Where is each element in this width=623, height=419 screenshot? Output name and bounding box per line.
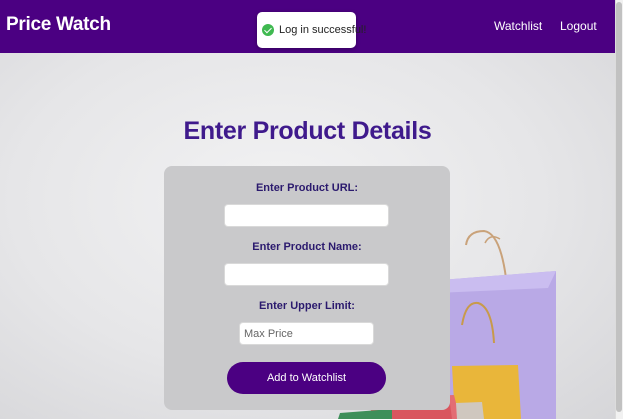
page-title: Enter Product Details xyxy=(183,117,432,145)
nav-watchlist-link[interactable]: Watchlist xyxy=(494,19,542,33)
max-price-input[interactable] xyxy=(239,322,374,345)
login-success-toast[interactable]: Log in successful! xyxy=(257,12,366,48)
toast-message: Log in successful! xyxy=(279,24,367,36)
vertical-scrollbar[interactable] xyxy=(615,0,623,419)
product-url-input[interactable] xyxy=(224,204,389,227)
scrollbar-thumb[interactable] xyxy=(616,2,622,412)
product-form: Enter Product URL: Enter Product Name: E… xyxy=(164,166,450,410)
brand-logo[interactable]: Price Watch xyxy=(6,14,111,36)
product-url-label: Enter Product URL: xyxy=(255,182,359,194)
add-to-watchlist-button[interactable]: Add to Watchlist xyxy=(227,362,386,394)
nav-logout-link[interactable]: Logout xyxy=(560,19,597,33)
check-circle-icon xyxy=(262,24,274,36)
upper-limit-label: Enter Upper Limit: xyxy=(259,300,355,312)
product-name-label: Enter Product Name: xyxy=(252,241,362,253)
product-name-input[interactable] xyxy=(224,263,389,286)
